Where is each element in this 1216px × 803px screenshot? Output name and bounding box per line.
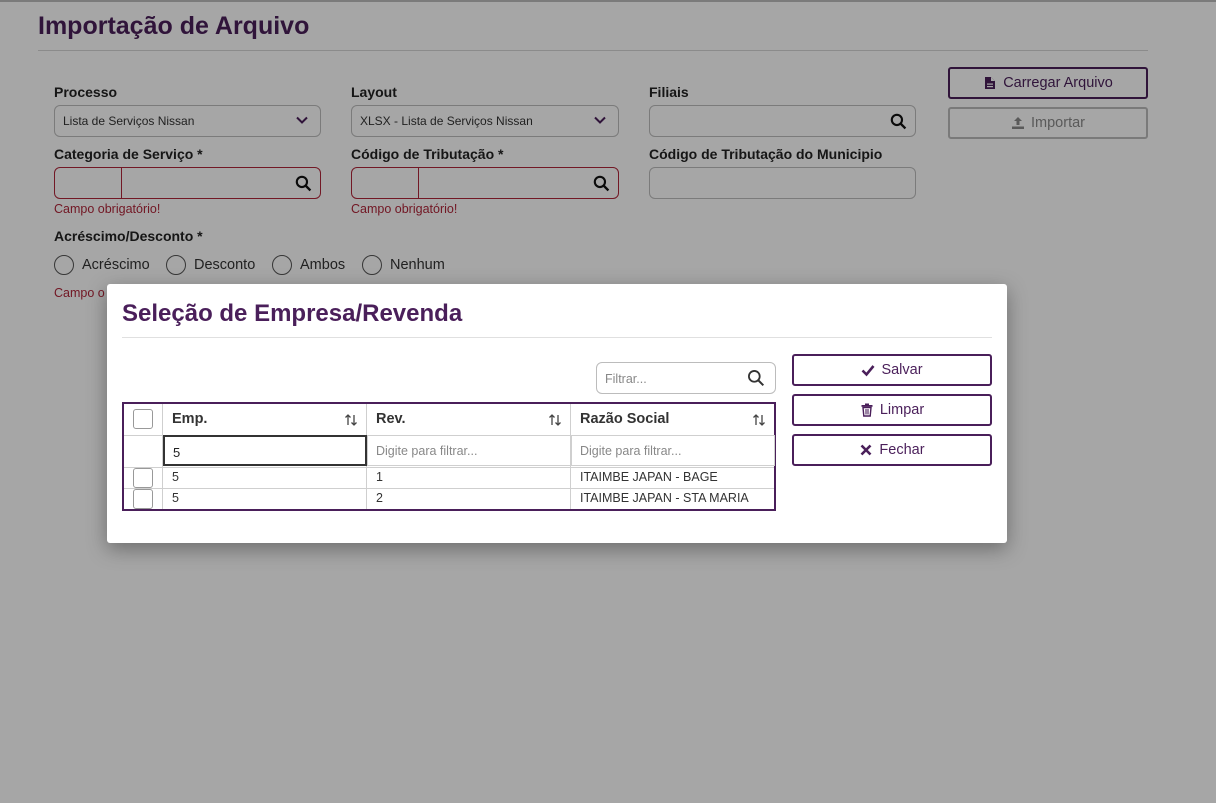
emp-filter-input[interactable]: 5 xyxy=(163,435,367,466)
sort-icon[interactable] xyxy=(548,413,562,427)
salvar-label: Salvar xyxy=(881,362,923,378)
close-icon xyxy=(861,444,872,456)
header-rev[interactable]: Rev. xyxy=(376,411,406,427)
sort-icon[interactable] xyxy=(344,413,358,427)
check-icon xyxy=(862,365,875,377)
fechar-label: Fechar xyxy=(879,442,925,458)
row-checkbox[interactable] xyxy=(133,468,153,488)
limpar-button[interactable]: Limpar xyxy=(792,394,992,426)
select-all-checkbox[interactable] xyxy=(133,409,153,429)
row-divider xyxy=(124,488,774,489)
emp-filter-value: 5 xyxy=(173,445,181,460)
filter-divider xyxy=(124,467,774,468)
trash-icon xyxy=(861,403,873,417)
filter-placeholder: Filtrar... xyxy=(605,372,647,386)
rev-filter-input[interactable]: Digite para filtrar... xyxy=(367,435,571,466)
limpar-label: Limpar xyxy=(879,402,925,418)
salvar-button[interactable]: Salvar xyxy=(792,354,992,386)
cell-emp: 5 xyxy=(172,491,179,505)
fechar-button[interactable]: Fechar xyxy=(792,434,992,466)
modal-divider xyxy=(122,337,992,338)
header-emp[interactable]: Emp. xyxy=(172,411,207,427)
search-icon[interactable] xyxy=(747,369,765,387)
cell-rev: 2 xyxy=(376,491,383,505)
sort-icon[interactable] xyxy=(752,413,766,427)
razao-filter-input[interactable]: Digite para filtrar... xyxy=(571,435,775,466)
rev-filter-placeholder: Digite para filtrar... xyxy=(376,444,478,458)
filter-input[interactable]: Filtrar... xyxy=(596,362,776,394)
razao-filter-placeholder: Digite para filtrar... xyxy=(580,444,682,458)
cell-razao: ITAIMBE JAPAN - STA MARIA xyxy=(580,491,749,505)
row-checkbox[interactable] xyxy=(133,489,153,509)
cell-razao: ITAIMBE JAPAN - BAGE xyxy=(580,470,718,484)
header-razao[interactable]: Razão Social xyxy=(580,411,669,427)
cell-rev: 1 xyxy=(376,470,383,484)
cell-emp: 5 xyxy=(172,470,179,484)
modal-title: Seleção de Empresa/Revenda xyxy=(122,300,463,327)
empresa-grid: Emp. Rev. Razão Social 5 Digite para fil… xyxy=(122,402,776,511)
selecao-empresa-modal: Seleção de Empresa/Revenda Filtrar... Em… xyxy=(107,284,1007,543)
